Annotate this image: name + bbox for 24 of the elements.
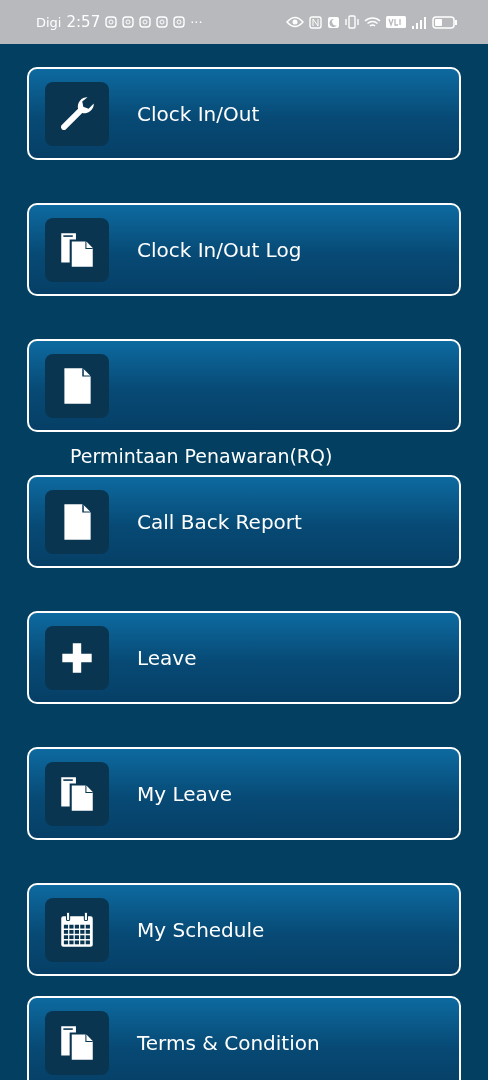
menu-button[interactable]: Call Back Report bbox=[27, 475, 461, 568]
menu-button[interactable]: Leave bbox=[27, 611, 461, 704]
moon-icon bbox=[327, 15, 340, 29]
carrier-name: Digi bbox=[36, 14, 62, 30]
notification-icon bbox=[105, 16, 118, 28]
vibrate-icon bbox=[345, 15, 359, 29]
menu-caption: Permintaan Penawaran(RQ) bbox=[70, 444, 333, 467]
menu-button[interactable]: My Leave bbox=[27, 747, 461, 840]
more-notifications: ··· bbox=[190, 14, 203, 30]
battery-icon bbox=[432, 15, 458, 29]
menu-button[interactable]: Clock In/Out Log bbox=[27, 203, 461, 296]
menu-button[interactable]: Clock In/Out bbox=[27, 67, 461, 160]
notification-icon bbox=[173, 16, 186, 28]
menu-button[interactable]: My Schedule bbox=[27, 883, 461, 976]
wifi-icon bbox=[364, 15, 381, 29]
nfc-icon bbox=[309, 15, 322, 29]
notification-icon bbox=[122, 16, 135, 28]
eye-icon bbox=[286, 16, 304, 28]
menu-button[interactable] bbox=[27, 339, 461, 432]
clock-time: 2:57 bbox=[66, 13, 101, 31]
signal-icon bbox=[411, 15, 427, 29]
menu-button[interactable]: Terms & Condition bbox=[27, 996, 461, 1080]
notification-icon bbox=[156, 16, 169, 28]
notification-icon bbox=[139, 16, 152, 28]
